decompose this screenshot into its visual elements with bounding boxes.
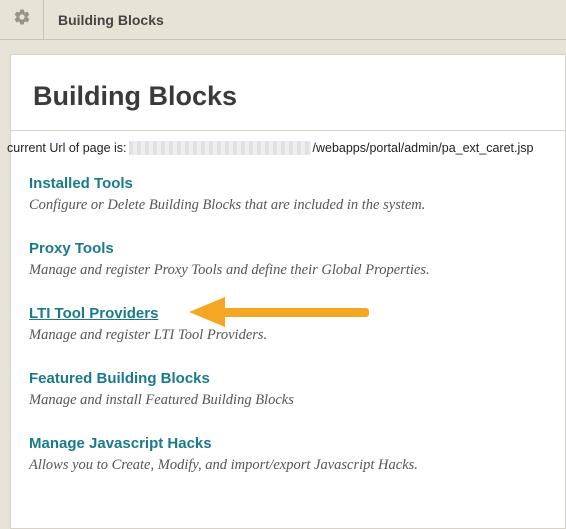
settings-gear-button[interactable] [0, 0, 44, 39]
link-item-proxy-tools: Proxy Tools Manage and register Proxy To… [29, 240, 565, 279]
installed-tools-link[interactable]: Installed Tools [29, 175, 133, 192]
page-body: Building Blocks current Url of page is: … [0, 40, 566, 529]
callout-arrow-icon [189, 297, 379, 332]
manage-javascript-hacks-desc: Allows you to Create, Modify, and import… [29, 457, 565, 474]
url-redacted-segment [129, 141, 311, 155]
top-bar: Building Blocks [0, 0, 566, 40]
content-panel: Building Blocks current Url of page is: … [10, 54, 566, 529]
lti-tool-providers-link[interactable]: LTI Tool Providers [29, 305, 158, 322]
link-item-featured-building-blocks: Featured Building Blocks Manage and inst… [29, 370, 565, 409]
url-suffix-text: /webapps/portal/admin/pa_ext_caret.jsp [313, 141, 534, 155]
featured-building-blocks-desc: Manage and install Featured Building Blo… [29, 392, 565, 409]
proxy-tools-desc: Manage and register Proxy Tools and defi… [29, 262, 565, 279]
link-item-lti-tool-providers: LTI Tool Providers Manage and register L… [29, 305, 565, 344]
installed-tools-desc: Configure or Delete Building Blocks that… [29, 197, 565, 214]
link-item-manage-javascript-hacks: Manage Javascript Hacks Allows you to Cr… [29, 435, 565, 474]
featured-building-blocks-link[interactable]: Featured Building Blocks [29, 370, 210, 387]
links-list: Installed Tools Configure or Delete Buil… [11, 161, 565, 474]
url-prefix-label: current Url of page is: [7, 141, 127, 155]
current-url-line: current Url of page is: /webapps/portal/… [7, 131, 565, 161]
gear-icon [13, 8, 31, 31]
proxy-tools-link[interactable]: Proxy Tools [29, 240, 114, 257]
manage-javascript-hacks-link[interactable]: Manage Javascript Hacks [29, 435, 212, 452]
page-title: Building Blocks [11, 55, 565, 131]
link-item-installed-tools: Installed Tools Configure or Delete Buil… [29, 175, 565, 214]
breadcrumb[interactable]: Building Blocks [44, 12, 164, 28]
